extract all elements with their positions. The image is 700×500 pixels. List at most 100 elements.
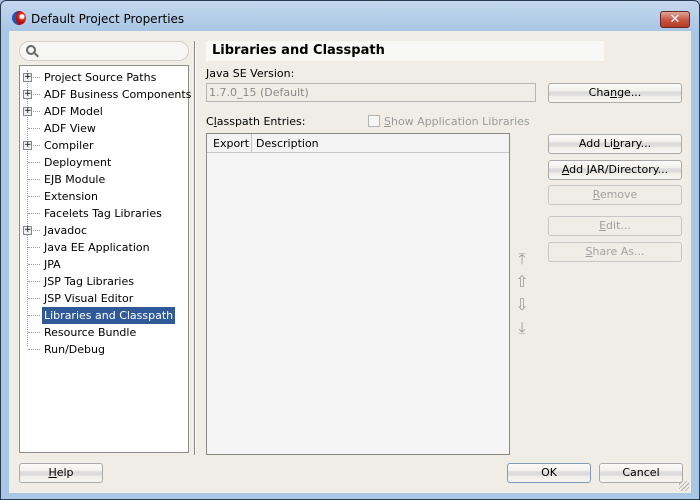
label-text: ge... — [617, 86, 642, 99]
tree-item-label: ADF Business Components — [44, 88, 192, 101]
label-text: dd JAR/Directory... — [569, 163, 669, 176]
tree-item[interactable]: Facelets Tag Libraries — [20, 205, 188, 222]
label-text: hare As... — [592, 245, 645, 258]
table-header: Export Description — [207, 134, 509, 153]
move-down-icon[interactable]: ⇩ — [514, 296, 530, 314]
tree-item-label: ADF View — [44, 122, 96, 135]
tree-item-label: Resource Bundle — [44, 326, 137, 339]
expand-icon[interactable]: + — [23, 90, 32, 99]
tree-item[interactable]: JPA — [20, 256, 188, 273]
search-icon — [26, 45, 36, 55]
tree-item-label: Compiler — [44, 139, 94, 152]
tree-item[interactable]: ADF View — [20, 120, 188, 137]
tree-item[interactable]: + Compiler — [20, 137, 188, 154]
mnemonic: E — [599, 219, 607, 232]
resize-grip[interactable] — [679, 481, 689, 491]
cancel-button[interactable]: Cancel — [599, 463, 683, 483]
tree-connector-line — [28, 196, 40, 197]
tree-connector-line — [28, 349, 40, 350]
add-library-button[interactable]: Add Library... — [548, 134, 682, 154]
tree-item-label: Extension — [44, 190, 99, 203]
tree-connector-line — [28, 281, 40, 282]
classpath-entries-label: Classpath Entries: — [206, 115, 305, 128]
ok-button[interactable]: OK — [507, 463, 591, 483]
dialog-content: + Project Source Paths + ADF Business Compo… — [9, 31, 691, 493]
tree-connector-line — [28, 332, 40, 333]
search-input[interactable] — [19, 41, 189, 61]
edit-button[interactable]: Edit... — [548, 216, 682, 236]
mnemonic: R — [592, 188, 600, 201]
tree-item-label: Javadoc — [44, 224, 87, 237]
column-header-description[interactable]: Description — [252, 134, 319, 153]
tree-item-label: Java EE Application — [44, 241, 150, 254]
expand-icon[interactable]: + — [23, 141, 32, 150]
mnemonic: n — [610, 86, 618, 99]
app-logo-icon — [12, 11, 26, 25]
show-application-libraries-label: Show Application Libraries — [384, 115, 530, 128]
tree-item[interactable]: Resource Bundle — [20, 324, 188, 341]
tree-item[interactable]: Libraries and Classpath — [20, 307, 188, 324]
tree-item-label: JSP Visual Editor — [44, 292, 134, 305]
remove-button[interactable]: Remove — [548, 185, 682, 205]
tree-connector-line — [28, 128, 40, 129]
tree-item[interactable]: + Project Source Paths — [20, 69, 188, 86]
change-button[interactable]: Change... — [548, 83, 682, 103]
classpath-entries-table[interactable]: Export Description — [206, 133, 510, 455]
label-text: asspath Entries: — [216, 115, 306, 128]
tree-item[interactable]: Deployment — [20, 154, 188, 171]
tree-item[interactable]: + Javadoc — [20, 222, 188, 239]
label-text: Cha — [588, 86, 611, 99]
tree-item-label: Project Source Paths — [44, 71, 157, 84]
tree-item[interactable]: JSP Tag Libraries — [20, 273, 188, 290]
tree-connector-line — [28, 264, 40, 265]
tree-connector-line — [28, 247, 40, 248]
window-title: Default Project Properties — [31, 12, 185, 26]
splitter[interactable] — [194, 41, 196, 455]
tree-connector-line — [28, 298, 40, 299]
add-jar-directory-button[interactable]: Add JAR/Directory... — [548, 160, 682, 180]
column-header-export[interactable]: Export — [207, 134, 252, 153]
tree-item[interactable]: JSP Visual Editor — [20, 290, 188, 307]
expand-icon[interactable]: + — [23, 226, 32, 235]
share-as-button[interactable]: Share As... — [548, 242, 682, 262]
title-bar[interactable]: Default Project Properties ✕ — [1, 1, 699, 35]
tree-connector-line — [28, 213, 40, 214]
mnemonic: b — [612, 137, 620, 150]
tree-item-label: JPA — [44, 258, 61, 271]
tree-item[interactable]: Run/Debug — [20, 341, 188, 358]
tree-item-label: Deployment — [44, 156, 112, 169]
tree-item[interactable]: EJB Module — [20, 171, 188, 188]
tree-connector-line — [28, 179, 40, 180]
page-title: Libraries and Classpath — [206, 41, 604, 61]
label-text: dit... — [606, 219, 631, 232]
label-text: rary... — [619, 137, 652, 150]
tree-item-label: Facelets Tag Libraries — [44, 207, 162, 220]
tree-item-label: Libraries and Classpath — [42, 307, 176, 324]
tree-item[interactable]: + ADF Model — [20, 103, 188, 120]
category-tree[interactable]: + Project Source Paths + ADF Business Compo… — [19, 65, 191, 453]
java-se-version-label: Java SE Version: — [206, 67, 294, 80]
java-se-version-field: 1.7.0_15 (Default) — [206, 83, 536, 102]
show-application-libraries-checkbox[interactable] — [368, 115, 380, 127]
tree-item[interactable]: Java EE Application — [20, 239, 188, 256]
mnemonic: H — [48, 466, 57, 479]
move-to-top-icon[interactable]: ⤒ — [514, 250, 530, 268]
tree-item-label: Run/Debug — [44, 343, 105, 356]
expand-icon[interactable]: + — [23, 107, 32, 116]
tree-item-label: JSP Tag Libraries — [44, 275, 134, 288]
label-text: emove — [599, 188, 638, 201]
tree-connector-line — [28, 315, 40, 316]
move-up-icon[interactable]: ⇧ — [514, 273, 530, 291]
tree-item-label: EJB Module — [44, 173, 106, 186]
label-text: elp — [56, 466, 74, 479]
move-to-bottom-icon[interactable]: ⤓ — [514, 319, 530, 337]
close-button[interactable]: ✕ — [660, 11, 690, 28]
tree-item[interactable]: Extension — [20, 188, 188, 205]
tree-item-label: ADF Model — [44, 105, 103, 118]
help-button[interactable]: Help — [19, 463, 103, 483]
expand-icon[interactable]: + — [23, 73, 32, 82]
label-text: ava SE Version: — [209, 67, 295, 80]
label-text: C — [206, 115, 214, 128]
mnemonic: S — [384, 115, 391, 128]
tree-item[interactable]: + ADF Business Components — [20, 86, 191, 103]
